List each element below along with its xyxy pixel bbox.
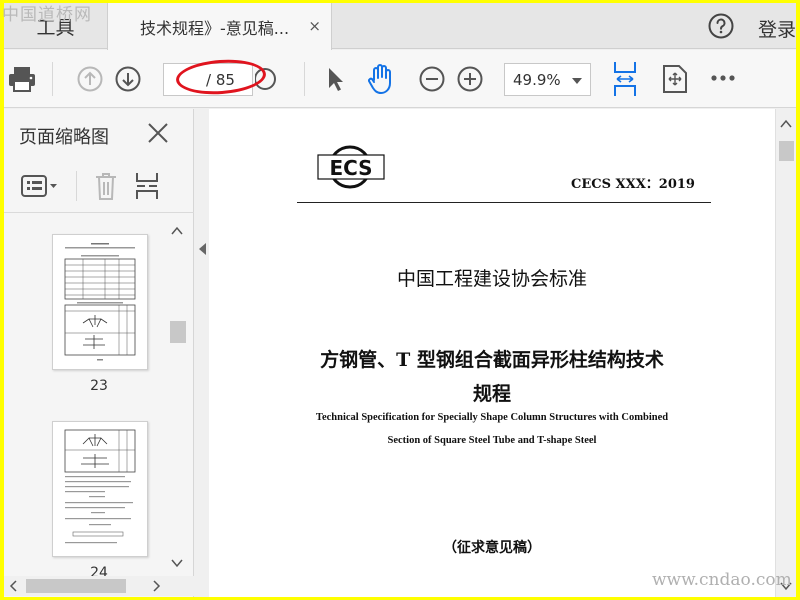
trash-icon[interactable] [92,169,120,203]
toolbar: / 85 49.9% [4,50,796,108]
close-icon[interactable] [147,122,169,144]
thumbnail-panel: 页面缩略图 23 24 [4,109,194,597]
help-icon[interactable] [708,13,734,39]
english-title-line1: Technical Specification for Specially Sh… [315,412,669,423]
previous-page-icon[interactable] [76,65,104,93]
fit-width-icon[interactable] [610,59,640,99]
panel-toolbar [4,161,194,213]
zoom-in-icon[interactable] [456,65,484,93]
tab-tools[interactable]: 工具 [4,3,107,49]
standard-code: CECS XXX：2019 [571,177,695,192]
document-scrollbar[interactable] [775,109,796,597]
thumbnail-options-icon[interactable] [19,171,59,201]
page-thumbnail[interactable] [52,234,148,370]
insert-page-icon[interactable] [132,169,162,203]
tab-document-label: 技术规程》-意见稿... [140,18,290,38]
thumbnail-page-number: 23 [90,378,108,394]
zoom-out-icon[interactable] [418,65,446,93]
header-rule [297,202,711,203]
toolbar-divider [304,62,305,96]
tab-close-icon[interactable]: × [308,17,321,35]
next-page-icon[interactable] [114,65,142,93]
thumbnail-page-number: 24 [90,565,108,576]
full-screen-icon[interactable] [660,62,690,96]
page-total-label: / 85 [206,71,235,89]
zoom-value: 49.9% [513,71,561,89]
page-thumbnail[interactable] [52,421,148,557]
thumbnail-list: 23 24 [4,214,166,576]
page-nav-extra-icon[interactable] [254,65,280,93]
collapse-panel-icon[interactable] [197,241,209,255]
thumbnail-scrollbar[interactable] [167,219,187,575]
zoom-select[interactable]: 49.9% [504,63,591,96]
toolbar-divider [52,62,53,96]
tab-bar: 工具 技术规程》-意见稿... × 登录 [4,3,796,50]
thumbnail-horizontal-scrollbar[interactable] [4,576,194,596]
print-icon[interactable] [6,62,38,96]
english-title-line2: Section of Square Steel Tube and T-shape… [387,435,597,446]
logo-text: ECS [329,156,372,180]
page-number-input[interactable] [166,68,200,91]
organization-title: 中国工程建设协会标准 [396,268,587,290]
document-title-line2: 规程 [472,383,511,405]
draft-label: （征求意见稿） [443,540,541,556]
select-cursor-icon[interactable] [322,64,348,94]
tab-document[interactable]: 技术规程》-意见稿... × [107,3,332,50]
panel-divider [76,171,77,201]
chevron-down-icon [572,78,582,84]
app-window: 工具 技术规程》-意见稿... × 登录 / 85 49.9% 页面缩略图 23… [4,3,796,597]
document-title-line1: 方钢管、T 型钢组合截面异形柱结构技术 [320,349,664,371]
page-navigator: / 85 [163,63,253,96]
more-options-icon[interactable] [709,68,737,88]
ecs-logo: ECS [316,145,386,193]
document-page: ECS CECS XXX：2019 中国工程建设协会标准 方钢管、T 型钢组合截… [209,109,775,597]
panel-title: 页面缩略图 [19,127,109,148]
hand-tool-icon[interactable] [364,62,398,96]
login-button[interactable]: 登录 [758,15,796,42]
